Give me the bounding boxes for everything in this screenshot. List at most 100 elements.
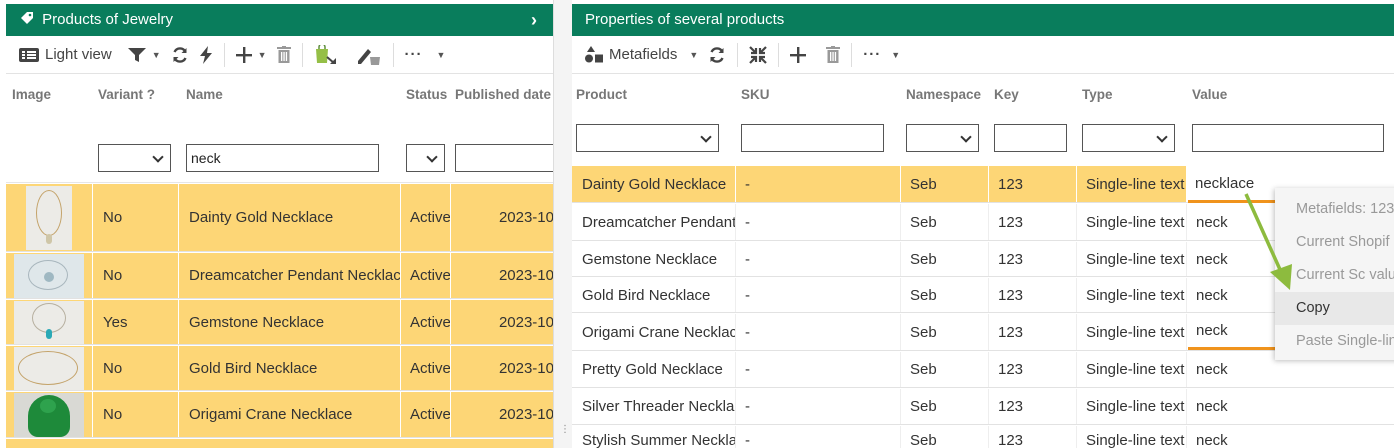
namespace-cell: Seb [900, 426, 988, 448]
type-cell: Single-line text [1076, 166, 1186, 202]
annotation-arrow-icon [1244, 193, 1292, 290]
column-variant[interactable]: Variant ? [98, 87, 155, 102]
type-filter-select[interactable] [1082, 124, 1175, 152]
column-image[interactable]: Image [12, 87, 51, 102]
column-published-date[interactable]: Published date [455, 87, 551, 102]
sku-filter-input[interactable] [741, 124, 884, 152]
context-menu-item-copy[interactable]: Copy [1275, 292, 1394, 325]
chevron-down-icon[interactable]: ▼ [437, 50, 446, 60]
column-sku[interactable]: SKU [741, 87, 770, 102]
name-cell: Gemstone Necklace [178, 300, 400, 344]
column-namespace[interactable]: Namespace [906, 87, 981, 102]
collapse-button[interactable] [744, 41, 772, 69]
key-cell: 123 [988, 426, 1076, 448]
more-button[interactable]: ··· ▼ [400, 41, 451, 69]
table-row[interactable]: No Dainty Gold Necklace Active 2023-10 [6, 184, 553, 252]
sku-cell: - [735, 426, 900, 448]
value-cell[interactable]: neck [1186, 389, 1394, 424]
product-cell: Origami Crane Necklac [582, 323, 735, 341]
toolbar-divider [301, 42, 303, 67]
refresh-button[interactable] [703, 41, 731, 69]
value-cell[interactable]: neck [1186, 426, 1394, 448]
list-view-icon [19, 47, 39, 62]
table-row[interactable]: Stylish Summer Neckla - Seb 123 Single-l… [572, 426, 1394, 448]
column-status[interactable]: Status [406, 87, 447, 102]
chevron-down-icon[interactable]: ▼ [891, 50, 900, 60]
more-icon: ··· [863, 46, 882, 63]
table-row[interactable]: Yes Gemstone Necklace Active 2023-10 [6, 300, 553, 345]
shopify-edit-button[interactable] [351, 41, 387, 69]
toolbar-divider [778, 42, 780, 67]
metafields-button[interactable]: Metafields ▼ [580, 41, 703, 69]
filter-icon [127, 47, 146, 62]
status-filter-select[interactable] [406, 144, 445, 172]
table-row[interactable] [6, 439, 553, 448]
namespace-cell: Seb [900, 352, 988, 387]
table-row[interactable]: No Origami Crane Necklace Active 2023-10 [6, 392, 553, 438]
delete-button[interactable] [821, 41, 845, 69]
variant-cell: No [92, 184, 178, 251]
namespace-filter-select[interactable] [906, 124, 979, 152]
refresh-icon [710, 46, 724, 63]
add-button[interactable] [785, 41, 811, 69]
chevron-down-icon[interactable]: ▼ [152, 50, 161, 60]
status-cell: Active [400, 184, 450, 251]
add-button[interactable]: ▼ [231, 41, 272, 69]
toolbar-divider [223, 42, 225, 67]
product-filter-select[interactable] [576, 124, 719, 152]
chevron-down-icon[interactable]: ▼ [689, 50, 698, 60]
splitter-grip-icon[interactable]: ⋮ [560, 425, 570, 440]
column-value[interactable]: Value [1192, 87, 1227, 102]
shopify-import-button[interactable] [309, 41, 343, 69]
panel-splitter[interactable]: ⋮ [554, 0, 572, 448]
column-key[interactable]: Key [994, 87, 1019, 102]
trash-icon [276, 46, 291, 63]
type-cell: Single-line text [1076, 314, 1186, 350]
table-row[interactable]: No Dreamcatcher Pendant Necklac Active 2… [6, 253, 553, 299]
chevron-right-icon[interactable]: › [531, 4, 537, 36]
value-filter-input[interactable] [1192, 124, 1384, 152]
table-row[interactable]: Origami Crane Necklac - Seb 123 Single-l… [572, 314, 1394, 351]
date-text: 2023-10 [498, 313, 554, 331]
variant-cell: No [92, 392, 178, 437]
column-type[interactable]: Type [1082, 87, 1113, 102]
context-menu-item-paste[interactable]: Paste Single-lin [1275, 325, 1394, 358]
date-text: 2023-10 [498, 209, 554, 226]
product-thumbnail [26, 186, 72, 250]
delete-button[interactable] [272, 41, 296, 69]
column-name[interactable]: Name [186, 87, 223, 102]
date-filter-input[interactable] [455, 144, 553, 172]
products-panel-title: Products of Jewelry [42, 11, 174, 28]
bolt-button[interactable] [194, 41, 218, 69]
product-cell: Gemstone Necklace [582, 250, 718, 268]
chevron-down-icon[interactable]: ▼ [258, 50, 267, 60]
toolbar-divider [851, 42, 853, 67]
variant-cell: Yes [92, 300, 178, 344]
filter-button[interactable]: ▼ [123, 41, 166, 69]
trash-icon [826, 46, 841, 63]
name-cell: Dainty Gold Necklace [178, 184, 400, 251]
bolt-icon [199, 45, 212, 64]
status-cell: Active [400, 346, 450, 390]
light-view-button[interactable]: Light view [14, 41, 117, 69]
namespace-cell: Seb [900, 278, 988, 312]
column-product[interactable]: Product [576, 87, 627, 102]
status-cell: Active [400, 300, 450, 344]
sku-cell: - [735, 166, 900, 202]
name-filter-input[interactable]: neck [186, 144, 379, 172]
more-button[interactable]: ··· ▼ [858, 41, 905, 69]
namespace-cell: Seb [900, 242, 988, 276]
date-cell: 2023-10 [450, 300, 554, 344]
variant-filter-select[interactable] [98, 144, 171, 172]
properties-panel-header: Properties of several products [572, 4, 1394, 36]
refresh-button[interactable] [166, 41, 194, 69]
key-cell: 123 [988, 389, 1076, 424]
table-row[interactable]: No Gold Bird Necklace Active 2023-10 [6, 346, 553, 391]
status-cell: Active [400, 392, 450, 437]
table-row[interactable]: Silver Threader Neckla - Seb 123 Single-… [572, 389, 1394, 425]
sku-cell: - [735, 242, 900, 276]
date-cell: 2023-10 [450, 392, 553, 437]
sku-cell: - [735, 389, 900, 424]
table-row[interactable]: Pretty Gold Necklace - Seb 123 Single-li… [572, 352, 1394, 388]
key-filter-input[interactable] [994, 124, 1067, 152]
